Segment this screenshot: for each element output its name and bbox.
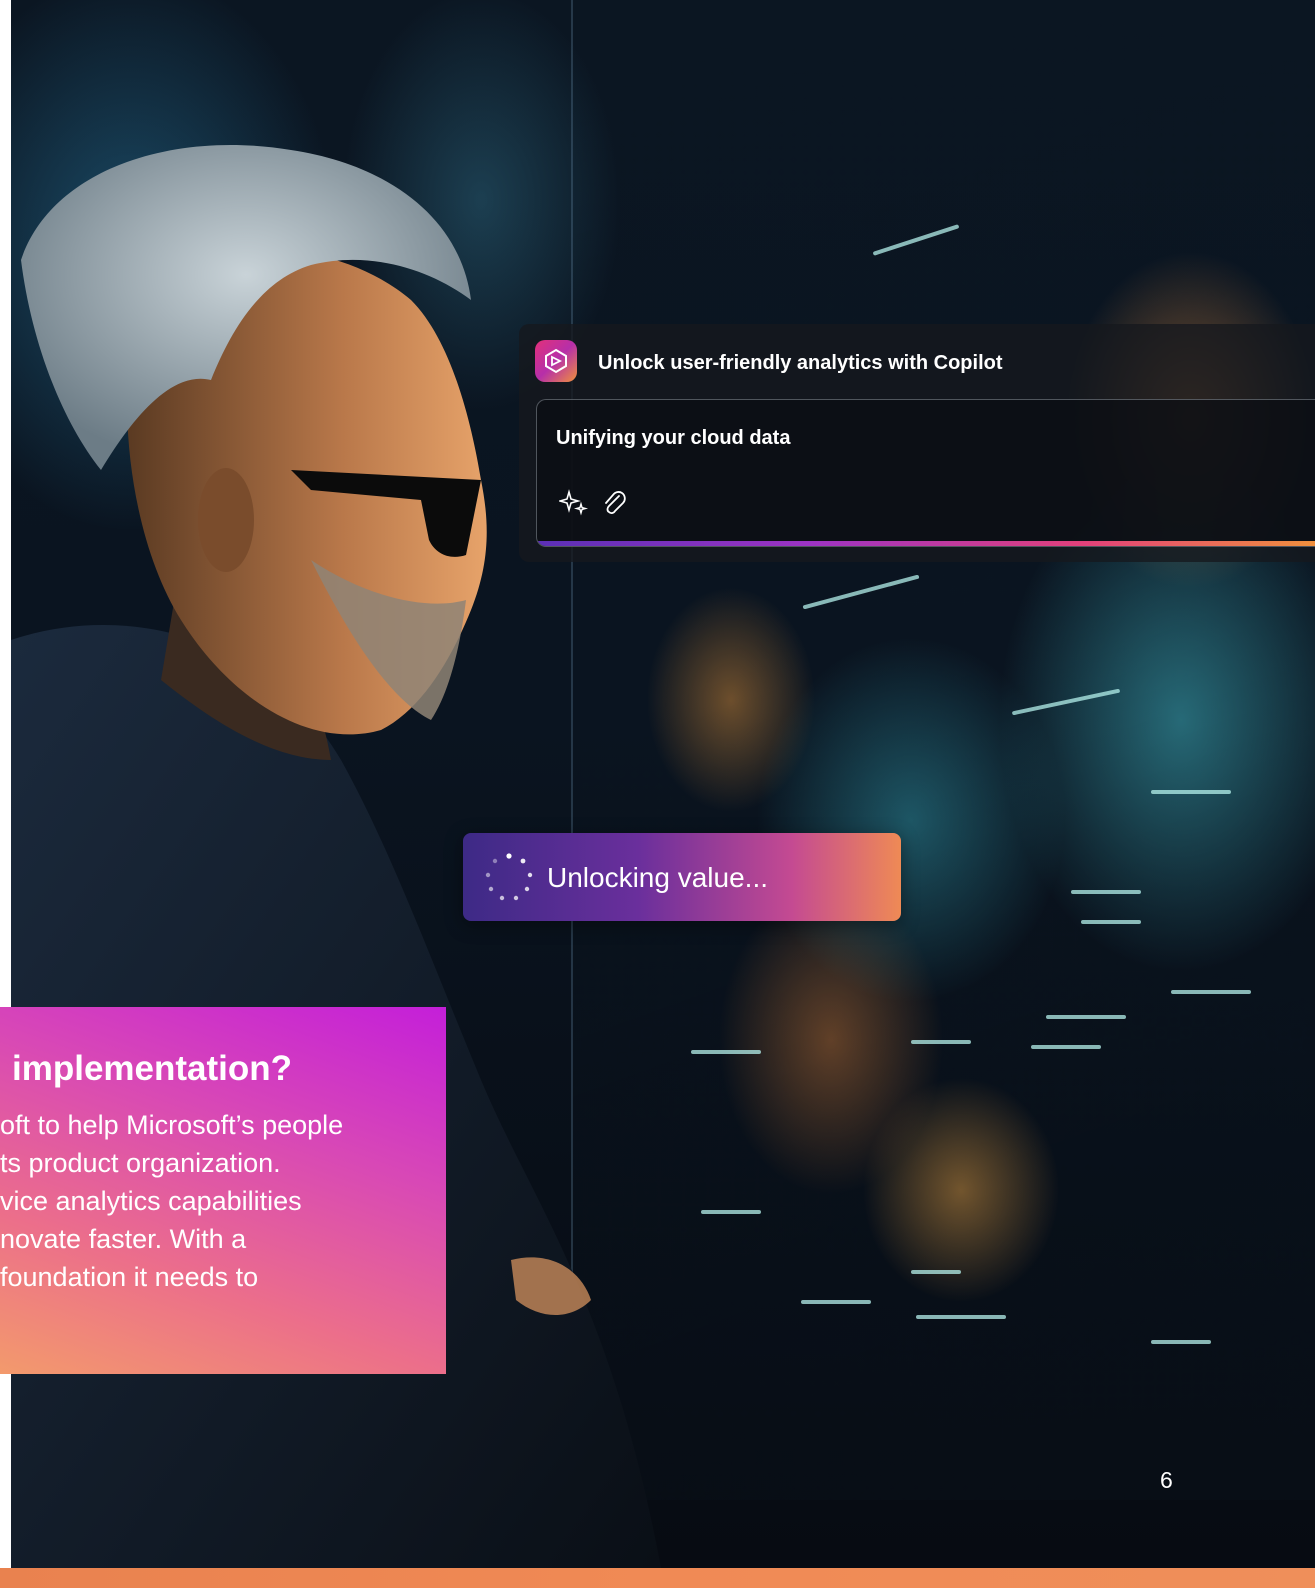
hologram-streak	[911, 1040, 971, 1044]
page-number: 6	[1160, 1467, 1173, 1493]
input-gradient-underline	[537, 541, 1315, 546]
hologram-streak	[801, 1300, 871, 1304]
sparkle-icon[interactable]	[557, 488, 589, 523]
bottom-accent-bar	[0, 1568, 1315, 1588]
hologram-streak	[1031, 1045, 1101, 1049]
hologram-streak	[1071, 890, 1141, 894]
unlocking-status-pill: Unlocking value...	[463, 833, 901, 921]
hologram-streak	[1081, 920, 1141, 924]
callout-body-line: ts product organization.	[0, 1148, 281, 1178]
unlocking-status-text: Unlocking value...	[547, 862, 769, 893]
hologram-streak	[1171, 990, 1251, 994]
callout-body-line: foundation it needs to	[0, 1262, 259, 1292]
callout-body-line: oft to help Microsoft’s people	[0, 1110, 344, 1140]
copilot-panel-title: Unlock user-friendly analytics with Copi…	[598, 352, 1003, 374]
callout-body-line: vice analytics capabilities	[0, 1186, 302, 1216]
paperclip-icon[interactable]	[599, 488, 629, 523]
loading-spinner-icon	[485, 853, 533, 901]
prompt-input-text: Unifying your cloud data	[556, 427, 791, 449]
callout-heading: implementation?	[12, 1049, 293, 1088]
copilot-prompt-input[interactable]: Unifying your cloud data	[536, 399, 1315, 547]
hologram-streak	[1151, 790, 1231, 794]
text-callout-box: implementation? oft to help Microsoft’s …	[0, 1007, 446, 1374]
copilot-logo-icon	[535, 340, 577, 382]
hologram-streak	[911, 1270, 961, 1274]
copilot-prompt-panel: Unlock user-friendly analytics with Copi…	[519, 324, 1315, 562]
callout-body-line: novate faster. With a	[0, 1224, 247, 1254]
hologram-streak	[916, 1315, 1006, 1319]
hologram-streak	[1046, 1015, 1126, 1019]
hologram-streak	[1151, 1340, 1211, 1344]
